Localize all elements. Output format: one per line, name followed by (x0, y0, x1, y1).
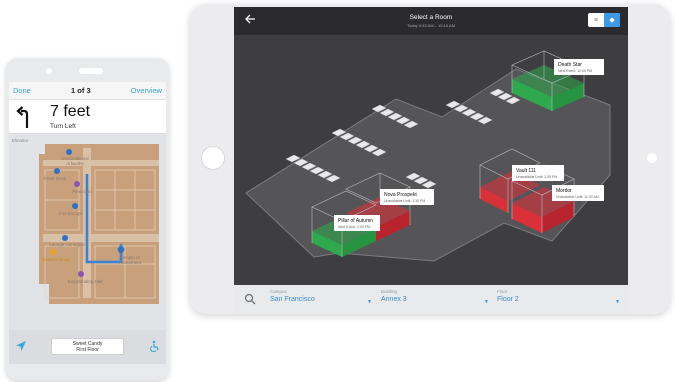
tablet-home-button (201, 146, 225, 170)
building-label: Building (381, 289, 398, 294)
phone-floor-map[interactable]: Elevator Unconditional Artworks Front De… (9, 134, 166, 330)
room-status: Unavailable Until: 2:30 PM (516, 175, 557, 179)
room-name: Pillar of Autumn (338, 218, 373, 224)
callout-mordor[interactable]: Mordor Unavailable Until: 11:00 AM (552, 185, 604, 201)
room-status: Next Event: 12:00 PM (558, 69, 592, 73)
phone-speaker (79, 68, 103, 74)
view-toggle: ≡ ◆ (588, 13, 620, 27)
tablet-screen: Select a Room Today 9:45 AM – 10:15 AM ≡… (234, 7, 628, 313)
tablet-filter-bar: Campus San Francisco ▼ Building Annex 3 … (234, 285, 628, 313)
room-status: Unavailable Until: 1:30 PM (384, 199, 425, 203)
room-status: Unavailable Until: 11:00 AM (556, 195, 599, 199)
room-status: Next Event: 2:00 PM (338, 225, 370, 229)
building-selector[interactable]: Building Annex 3 (381, 289, 407, 303)
phone-nav-bar: Done 1 of 3 Overview (9, 82, 166, 100)
done-button[interactable]: Done (13, 86, 31, 95)
building-chevron-down-icon[interactable]: ▼ (484, 299, 489, 305)
campus-value: San Francisco (270, 296, 315, 303)
phone-camera (46, 68, 52, 74)
poi-label: Lounge Honeypot (49, 242, 85, 247)
tablet-top-bar: Select a Room Today 9:45 AM – 10:15 AM ≡… (234, 7, 628, 35)
floor-selector-tablet[interactable]: Floor Floor 2 (497, 289, 519, 303)
floor-selector-floor: First Floor (76, 347, 99, 353)
poi-label: Sweet Candy (42, 257, 70, 262)
map-view-icon[interactable]: ◆ (604, 13, 620, 27)
accessibility-icon[interactable] (148, 340, 160, 352)
callout-nova-prospekt[interactable]: Nova Prospekt Unavailable Until: 1:30 PM (380, 189, 434, 205)
turn-left-arrow-icon (16, 106, 29, 128)
turn-direction: Turn Left (50, 123, 76, 130)
page-subtitle: Today 9:45 AM – 10:15 AM (407, 23, 455, 28)
phone-device: Done 1 of 3 Overview 7 feet Turn Left El… (6, 58, 169, 380)
list-view-icon[interactable]: ≡ (588, 13, 604, 27)
room-name: Nova Prospekt (384, 192, 417, 198)
room-name: Death Star (558, 62, 582, 68)
campus-chevron-down-icon[interactable]: ▼ (367, 299, 372, 305)
campus-selector[interactable]: Campus San Francisco (270, 289, 315, 303)
page-title: Select a Room (409, 14, 453, 21)
building-value: Annex 3 (381, 296, 407, 303)
map-floor-label: Elevator (12, 138, 29, 143)
poi-label: Fire Escape (58, 211, 83, 216)
floor-selector[interactable]: Sweet Candy First Floor (51, 338, 124, 355)
tablet-camera (647, 153, 657, 163)
callout-pillar-of-autumn[interactable]: Pillar of Autumn Next Event: 2:00 PM (334, 215, 380, 231)
location-arrow-icon[interactable] (15, 340, 27, 352)
campus-label: Campus (270, 289, 287, 294)
room-name: Vault 111 (516, 168, 536, 174)
floor-value: Floor 2 (497, 296, 519, 303)
floor-3d-map[interactable]: Death Star Next Event: 12:00 PM Vault 11… (234, 35, 628, 285)
poi-label: Front Desk (43, 176, 66, 181)
room-name: Mordor (556, 188, 572, 194)
poi-label: Pinocchio (72, 189, 92, 194)
callout-vault-111[interactable]: Vault 111 Unavailable Until: 2:30 PM (512, 165, 564, 181)
poi-label: Temple of Atonement (119, 255, 141, 265)
poi-label: Unconditional Artworks (61, 156, 89, 166)
stage: Done 1 of 3 Overview 7 feet Turn Left El… (0, 0, 675, 382)
turn-distance: 7 feet (50, 103, 91, 120)
phone-screen: Done 1 of 3 Overview 7 feet Turn Left El… (9, 82, 166, 364)
poi-label: Kingslanding Hall (67, 279, 103, 284)
step-counter: 1 of 3 (71, 86, 91, 95)
overview-button[interactable]: Overview (131, 86, 162, 95)
tablet-device: Select a Room Today 9:45 AM – 10:15 AM ≡… (190, 4, 670, 314)
floor-label: Floor (497, 289, 508, 294)
search-icon[interactable] (244, 293, 256, 305)
floor-chevron-down-icon[interactable]: ▼ (615, 299, 620, 305)
phone-bottom-bar: Sweet Candy First Floor (9, 330, 166, 364)
turn-instruction: 7 feet Turn Left (9, 100, 166, 134)
callout-death-star[interactable]: Death Star Next Event: 12:00 PM (554, 59, 604, 75)
